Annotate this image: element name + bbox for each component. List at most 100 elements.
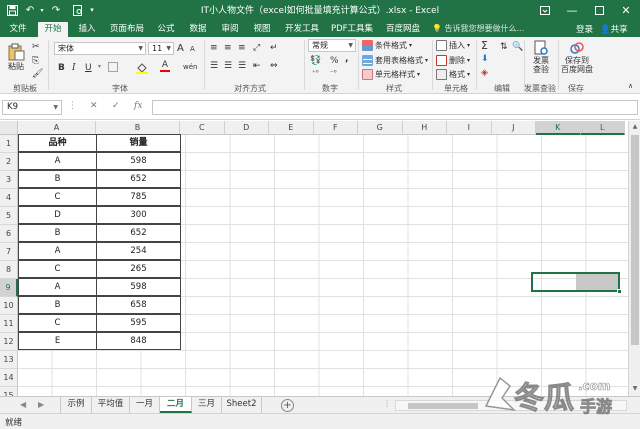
row-header-9[interactable]: 9 <box>0 279 18 297</box>
close-icon[interactable]: ✕ <box>613 0 639 20</box>
horizontal-scroll-thumb[interactable] <box>408 403 478 409</box>
indent-icon[interactable]: ⇤ <box>253 61 261 71</box>
row-header-8[interactable]: 8 <box>0 261 18 279</box>
tab-pdf-tools[interactable]: PDF工具集 <box>330 22 374 37</box>
row-header-6[interactable]: 6 <box>0 225 18 243</box>
align-middle-icon[interactable]: ≡ <box>224 43 232 53</box>
font-size-select[interactable]: 11 ▼ <box>148 42 174 55</box>
column-header-f[interactable]: F <box>313 121 358 135</box>
minimize-icon[interactable]: — <box>559 0 585 20</box>
format-as-table-button[interactable]: 套用表格格式 ▾ <box>362 55 428 66</box>
merge-center-icon[interactable]: ⇔ <box>270 61 278 71</box>
fill-icon[interactable]: ⬇ <box>481 54 489 64</box>
orientation-icon[interactable]: ⤢ <box>253 43 260 53</box>
table-cell-sales[interactable]: 265 <box>96 260 181 278</box>
confirm-entry-button[interactable]: ✓ <box>112 101 120 111</box>
row-header-12[interactable]: 12 <box>0 333 18 351</box>
sheet-tab-example[interactable]: 示例 <box>60 397 92 413</box>
table-cell-variety[interactable]: A <box>18 242 97 260</box>
align-top-icon[interactable]: ≡ <box>210 43 218 53</box>
format-painter-icon[interactable]: 🖌 <box>32 69 43 79</box>
autosum-button[interactable]: Σ <box>481 39 488 52</box>
underline-button[interactable]: U <box>85 63 92 73</box>
grow-font-icon[interactable]: A <box>177 43 184 54</box>
login-link[interactable]: 登录 <box>576 23 593 35</box>
insert-function-button[interactable]: fx <box>134 101 142 111</box>
print-preview-icon[interactable] <box>70 2 86 18</box>
table-cell-variety[interactable]: C <box>18 260 97 278</box>
table-cell-sales[interactable]: 254 <box>96 242 181 260</box>
table-cell-variety[interactable]: B <box>18 170 97 188</box>
copy-icon[interactable]: ⎘ <box>32 56 39 66</box>
table-cell-variety[interactable]: E <box>18 332 97 350</box>
delete-cells-button[interactable]: 删除 ▾ <box>436 55 470 66</box>
table-cell-sales[interactable]: 598 <box>96 152 181 170</box>
clear-icon[interactable]: ◈ <box>481 68 488 78</box>
row-header-14[interactable]: 14 <box>0 369 18 387</box>
cancel-entry-button[interactable]: ✕ <box>90 101 98 111</box>
row-header-10[interactable]: 10 <box>0 297 18 315</box>
table-cell-variety[interactable]: C <box>18 188 97 206</box>
collapse-ribbon-icon[interactable]: ∧ <box>628 82 633 90</box>
formula-input[interactable] <box>152 100 638 115</box>
tell-me-search[interactable]: 💡 告诉我您想要做什么... <box>432 23 524 36</box>
column-header-d[interactable]: D <box>224 121 269 135</box>
tab-review[interactable]: 审阅 <box>218 22 242 37</box>
tab-insert[interactable]: 插入 <box>74 22 100 37</box>
column-header-a[interactable]: A <box>18 121 96 135</box>
invoice-check-button[interactable]: 发票 查验 <box>528 40 554 74</box>
insert-cells-button[interactable]: 插入 ▾ <box>436 40 470 51</box>
name-box[interactable]: K9 ▼ <box>2 100 62 115</box>
table-header-cell[interactable]: 销量 <box>96 134 181 152</box>
wrap-text-icon[interactable]: ↵ <box>270 43 278 53</box>
tab-file[interactable]: 文件 <box>4 22 32 37</box>
shrink-font-icon[interactable]: A <box>190 45 195 53</box>
tab-page-layout[interactable]: 页面布局 <box>106 22 148 37</box>
tab-view[interactable]: 视图 <box>250 22 274 37</box>
share-button[interactable]: 👤共享 <box>600 23 628 35</box>
tab-developer[interactable]: 开发工具 <box>282 22 322 37</box>
align-right-icon[interactable]: ☰ <box>238 61 246 71</box>
row-header-5[interactable]: 5 <box>0 207 18 225</box>
table-cell-variety[interactable]: D <box>18 206 97 224</box>
column-header-g[interactable]: G <box>358 121 403 135</box>
font-name-select[interactable]: 宋体 ▼ <box>54 42 146 55</box>
undo-dropdown-icon[interactable]: ▾ <box>38 2 46 18</box>
add-sheet-button[interactable]: + <box>281 399 294 412</box>
align-left-icon[interactable]: ☰ <box>210 61 218 71</box>
align-center-icon[interactable]: ☰ <box>224 61 232 71</box>
column-header-e[interactable]: E <box>269 121 314 135</box>
tab-data[interactable]: 数据 <box>186 22 210 37</box>
tab-baidu-netdisk[interactable]: 百度网盘 <box>382 22 424 37</box>
italic-button[interactable]: I <box>72 63 76 73</box>
table-cell-sales[interactable]: 652 <box>96 224 181 242</box>
row-header-13[interactable]: 13 <box>0 351 18 369</box>
row-header-11[interactable]: 11 <box>0 315 18 333</box>
sheet-tab-january[interactable]: 一月 <box>130 397 160 413</box>
column-header-k[interactable]: K <box>536 121 581 135</box>
phonetic-icon[interactable]: wén <box>183 63 197 71</box>
column-header-i[interactable]: I <box>447 121 492 135</box>
currency-icon[interactable]: 💱 <box>310 56 321 66</box>
column-header-l[interactable]: L <box>580 121 625 135</box>
column-header-b[interactable]: B <box>96 121 180 135</box>
column-header-h[interactable]: H <box>402 121 447 135</box>
row-header-2[interactable]: 2 <box>0 153 18 171</box>
table-cell-sales[interactable]: 785 <box>96 188 181 206</box>
table-cell-sales[interactable]: 598 <box>96 278 181 296</box>
table-header-cell[interactable]: 品种 <box>18 134 97 152</box>
cut-icon[interactable]: ✂ <box>32 42 40 52</box>
table-cell-variety[interactable]: A <box>18 278 97 296</box>
table-cell-sales[interactable]: 300 <box>96 206 181 224</box>
sort-filter-icon[interactable]: ⇅ <box>500 42 508 52</box>
percent-button[interactable]: % <box>330 56 339 66</box>
format-cells-button[interactable]: 格式 ▾ <box>436 69 470 80</box>
decrease-decimal-icon[interactable]: ⁻⁰ <box>330 69 337 77</box>
column-header-c[interactable]: C <box>180 121 225 135</box>
table-cell-variety[interactable]: C <box>18 314 97 332</box>
bold-button[interactable]: B <box>58 63 65 73</box>
tab-home[interactable]: 开始 <box>38 22 68 37</box>
row-header-4[interactable]: 4 <box>0 189 18 207</box>
table-cell-sales[interactable]: 848 <box>96 332 181 350</box>
borders-icon[interactable] <box>108 62 118 75</box>
